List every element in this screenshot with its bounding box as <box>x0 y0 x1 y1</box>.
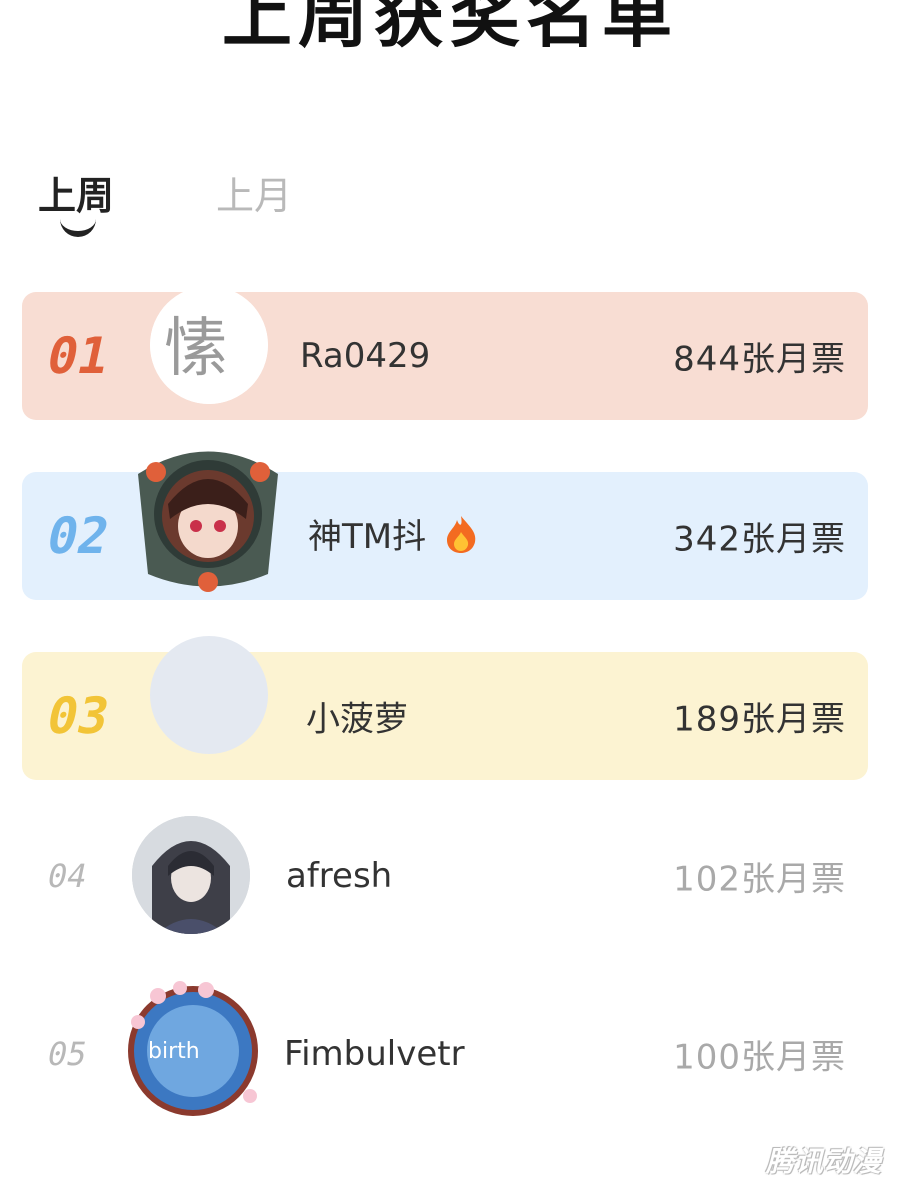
user-avatar <box>128 434 288 594</box>
svg-text:birth: birth <box>148 1039 200 1064</box>
user-name: 神TM抖 <box>308 509 479 563</box>
user-name: afresh <box>286 856 393 896</box>
ranking-row-5[interactable]: 05 birth Fimbulvetr 100张月票 <box>22 981 868 1118</box>
rank-number: 02 <box>41 507 115 565</box>
rank-number: 01 <box>41 327 115 385</box>
rank-number: 05 <box>43 1035 91 1073</box>
user-avatar <box>132 816 250 934</box>
user-name: Ra0429 <box>300 336 431 376</box>
period-tabs: 上周 上月 <box>38 165 538 245</box>
user-avatar <box>150 636 268 754</box>
user-name: Fimbulvetr <box>284 1034 465 1074</box>
vote-count: 342张月票 <box>673 519 846 560</box>
user-avatar: birth <box>118 976 268 1126</box>
user-name-text: 神TM抖 <box>308 517 427 557</box>
tab-last-month[interactable]: 上月 <box>216 165 292 220</box>
tab-last-week[interactable]: 上周 <box>38 165 114 220</box>
rank-number: 03 <box>41 687 115 745</box>
ranking-row-4[interactable]: 04 afresh 102张月票 <box>22 812 868 940</box>
ranking-row-3[interactable]: 03 小菠萝 189张月票 <box>22 636 868 780</box>
vote-count: 102张月票 <box>673 859 846 900</box>
active-tab-indicator <box>60 215 96 237</box>
vote-count: 189张月票 <box>673 699 846 740</box>
user-name: 小菠萝 <box>306 699 408 740</box>
rank-number: 04 <box>43 857 91 895</box>
watermark-logo: 腾讯动漫 <box>765 1145 882 1178</box>
page-title: 上周获奖名单 <box>222 0 678 57</box>
ranking-row-2[interactable]: 02 神TM抖 342张月票 <box>22 451 868 600</box>
svg-text:愫: 愫 <box>164 312 228 386</box>
ranking-row-1[interactable]: 01 愫 Ra0429 844张月票 <box>22 286 868 420</box>
vote-count: 100张月票 <box>673 1037 846 1078</box>
fire-icon <box>443 514 479 563</box>
user-avatar: 愫 <box>150 286 268 404</box>
vote-count: 844张月票 <box>673 339 846 380</box>
